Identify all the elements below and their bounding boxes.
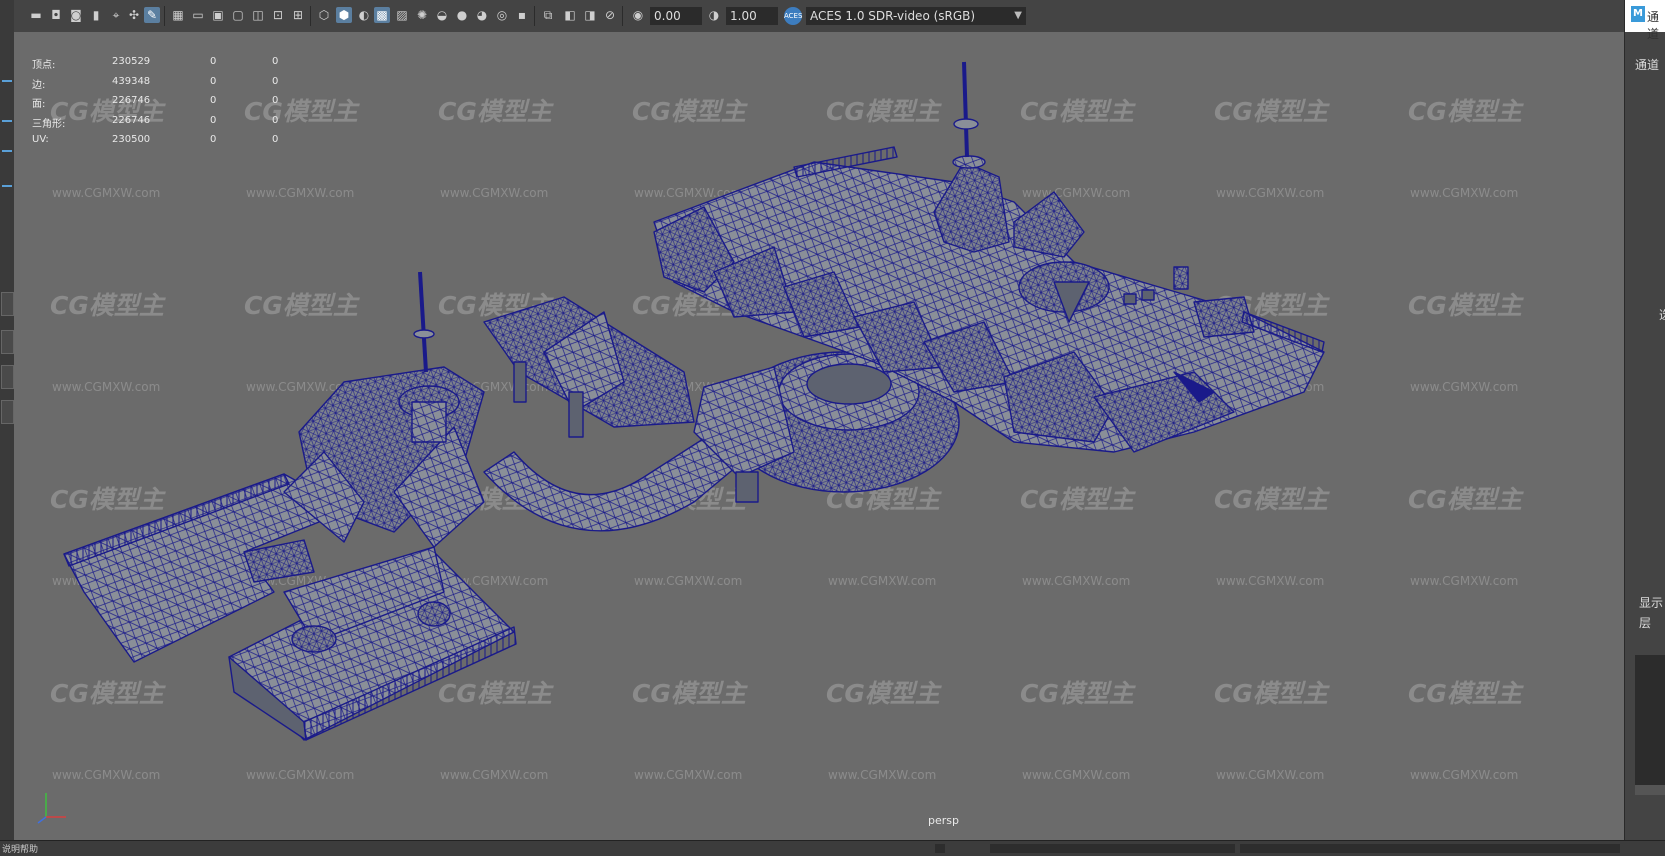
motion-blur-icon[interactable]: ◕	[474, 7, 490, 23]
smooth-shade-icon[interactable]: ⬢	[336, 7, 352, 23]
anti-aliasing-icon[interactable]: ◎	[494, 7, 510, 23]
safe-title-icon[interactable]: ⊞	[290, 7, 306, 23]
poly-count-hud: 顶点: 230529 0 0 边: 439348 0 0 面: 226746 0…	[32, 56, 292, 154]
field-chart-icon[interactable]: ◫	[250, 7, 266, 23]
color-management-icon[interactable]: ACES	[784, 7, 802, 25]
xray-joints-icon[interactable]: ◨	[582, 7, 598, 23]
hud-value: 0	[272, 114, 279, 126]
safe-action-icon[interactable]: ⊡	[270, 7, 286, 23]
view-transform-dropdown[interactable]: ACES 1.0 SDR-video (sRGB) ▼	[806, 7, 1026, 25]
hud-row-vertices: 顶点: 230529 0 0	[32, 56, 292, 76]
tool-marker	[2, 80, 12, 82]
grid-icon[interactable]: ▦	[170, 7, 186, 23]
chevron-down-icon: ▼	[1014, 10, 1022, 21]
layout-button[interactable]	[1, 292, 14, 316]
exposure-field[interactable]: 0.00	[650, 7, 702, 25]
layout-button[interactable]	[1, 330, 14, 354]
textured-icon[interactable]: ▨	[394, 7, 410, 23]
status-segment	[990, 844, 1235, 853]
hud-value: 0	[210, 56, 217, 67]
viewport-toolbar: ▬ ◘ ◙ ▮ ⌖ ✣ ✎ ▦ ▭ ▣ ▢ ◫ ⊡ ⊞ ⬡ ⬢ ◐ ▩ ▨ ✺ …	[14, 0, 1624, 33]
channels-label[interactable]: 通道	[1635, 56, 1659, 73]
hud-value: 439348	[112, 75, 151, 87]
channel-box-tab[interactable]: M 通道	[1625, 0, 1665, 41]
layer-list[interactable]	[1635, 655, 1665, 795]
hud-row-triangles: 三角形: 226746 0 0	[32, 115, 292, 135]
hud-label: 三角形:	[32, 118, 66, 130]
backface-culling-icon[interactable]: ⊘	[602, 7, 618, 23]
default-material-icon[interactable]: ◐	[356, 7, 372, 23]
channel-box-panel: M 通道 通道 选 显示 层	[1624, 0, 1665, 855]
hud-label: 顶点:	[32, 60, 56, 71]
hud-label: 边:	[32, 79, 46, 91]
xray-icon[interactable]: ◧	[562, 7, 578, 23]
wireframe-icon[interactable]: ⬡	[316, 7, 332, 23]
hud-value: 230529	[112, 56, 151, 67]
lights-icon[interactable]: ✺	[414, 7, 430, 23]
exposure-icon[interactable]: ◉	[630, 7, 646, 23]
hud-value: 226746	[112, 114, 151, 126]
status-segment	[1240, 844, 1620, 853]
tool-marker	[2, 120, 12, 122]
hud-label: UV:	[32, 134, 49, 145]
hud-value: 0	[272, 134, 279, 145]
hud-value: 0	[210, 95, 217, 106]
hud-label: 面:	[32, 99, 46, 110]
help-line-text: 说明帮助	[2, 845, 39, 855]
layout-button[interactable]	[1, 400, 14, 424]
hud-row-edges: 边: 439348 0 0	[32, 76, 292, 96]
display-tab[interactable]: 显示	[1639, 594, 1663, 611]
hud-value: 0	[210, 75, 217, 87]
tool-marker	[2, 150, 12, 152]
camera-attributes-icon[interactable]: ◙	[68, 7, 84, 23]
hud-value: 0	[272, 75, 279, 87]
status-segment	[935, 844, 945, 853]
gamma-field[interactable]: 1.00	[726, 7, 778, 25]
side-label: 选	[1659, 306, 1665, 323]
channel-tab-label: 通道	[1647, 10, 1660, 41]
hud-value: 0	[272, 95, 279, 106]
gate-mask-icon[interactable]: ▢	[230, 7, 246, 23]
layout-button[interactable]	[1, 365, 14, 389]
shadows-icon[interactable]: ◒	[434, 7, 450, 23]
isolate-select-icon[interactable]: ⧉	[540, 7, 556, 23]
film-gate-icon[interactable]: ▭	[190, 7, 206, 23]
scrollbar[interactable]	[1635, 785, 1665, 795]
tool-marker	[2, 185, 12, 187]
resolution-gate-icon[interactable]: ▣	[210, 7, 226, 23]
hud-row-uvs: UV: 230500 0 0	[32, 134, 292, 154]
hud-value: 0	[272, 56, 279, 67]
perspective-viewport[interactable]: CG模型主 www.CGMXW.com CG模型主 www.CGMXW.com CG模型…	[14, 32, 1624, 840]
hud-value: 0	[210, 134, 217, 145]
camera-label: persp	[928, 814, 959, 827]
bookmark-icon[interactable]: ▮	[88, 7, 104, 23]
left-toolbox	[0, 0, 15, 855]
depth-of-field-icon[interactable]: ▪	[514, 7, 530, 23]
camera-select-icon[interactable]: ▬	[28, 7, 44, 23]
hud-row-faces: 面: 226746 0 0	[32, 95, 292, 115]
camera-lock-icon[interactable]: ◘	[48, 7, 64, 23]
hud-value: 0	[210, 114, 217, 126]
grease-pencil-icon[interactable]: ✎	[144, 7, 160, 23]
maya-logo-icon: M	[1631, 6, 1645, 22]
view-transform-value: ACES 1.0 SDR-video (sRGB)	[810, 9, 976, 23]
gamma-icon[interactable]: ◑	[706, 7, 722, 23]
help-line: 说明帮助	[0, 840, 1665, 856]
axis-gizmo	[37, 793, 66, 824]
wireframe-on-shaded-icon[interactable]: ▩	[374, 7, 390, 23]
hud-value: 230500	[112, 134, 151, 145]
ambient-occlusion-icon[interactable]: ●	[454, 7, 470, 23]
2d-pan-zoom-icon[interactable]: ✣	[126, 7, 142, 23]
hud-value: 226746	[112, 95, 151, 106]
image-plane-icon[interactable]: ⌖	[108, 7, 124, 23]
layer-tab[interactable]: 层	[1639, 614, 1651, 631]
